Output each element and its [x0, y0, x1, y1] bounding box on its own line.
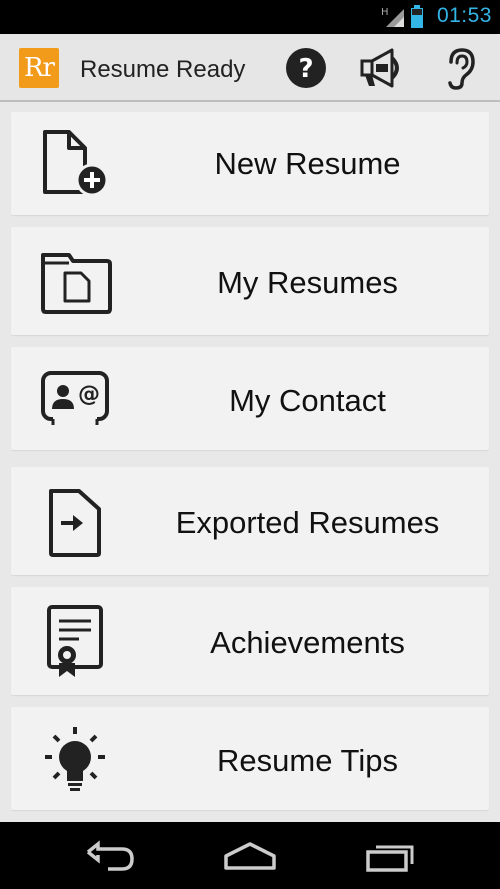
recent-apps-button[interactable]: [364, 836, 418, 876]
app-logo[interactable]: Rr: [19, 48, 59, 88]
contact-card-icon: @: [39, 365, 113, 437]
my-resumes-button[interactable]: My Resumes: [11, 227, 489, 335]
my-contact-button[interactable]: @ My Contact: [11, 347, 489, 450]
battery-icon: [410, 5, 424, 34]
exported-resumes-label: Exported Resumes: [175, 505, 440, 540]
action-bar: Rr Resume Ready ?: [0, 34, 500, 102]
app-logo-text: Rr: [23, 53, 55, 83]
back-button[interactable]: [84, 836, 138, 876]
status-bar: H 01:53: [0, 0, 500, 34]
status-time: 01:53: [436, 4, 492, 27]
announcements-button[interactable]: [358, 44, 406, 92]
app-title: Resume Ready: [80, 56, 246, 83]
achievements-button[interactable]: Achievements: [11, 587, 489, 695]
exported-resumes-button[interactable]: Exported Resumes: [11, 467, 489, 575]
resume-tips-button[interactable]: Resume Tips: [11, 707, 489, 810]
svg-text:@: @: [78, 382, 100, 407]
export-file-icon: [39, 487, 113, 559]
ear-icon: [448, 48, 475, 90]
folder-icon: [39, 249, 113, 321]
certificate-icon: [39, 605, 113, 677]
help-button[interactable]: ?: [282, 44, 330, 92]
signal-icon: H: [380, 5, 406, 34]
achievements-label: Achievements: [210, 625, 405, 660]
my-contact-label: My Contact: [229, 383, 386, 418]
lightbulb-icon: [39, 723, 113, 795]
my-resumes-label: My Resumes: [217, 265, 398, 300]
recent-apps-icon: [366, 845, 414, 872]
new-file-icon: [39, 128, 113, 200]
svg-text:H: H: [381, 7, 389, 18]
megaphone-icon: [360, 48, 399, 88]
home-icon: [224, 842, 276, 870]
new-resume-button[interactable]: New Resume: [11, 112, 489, 215]
navigation-bar: [0, 822, 500, 889]
new-resume-label: New Resume: [214, 146, 401, 181]
back-icon: [86, 840, 134, 871]
listen-button[interactable]: [437, 44, 485, 92]
resume-tips-label: Resume Tips: [217, 743, 398, 778]
help-icon: ?: [286, 48, 326, 88]
home-button[interactable]: [222, 836, 278, 876]
svg-text:?: ?: [298, 54, 313, 84]
